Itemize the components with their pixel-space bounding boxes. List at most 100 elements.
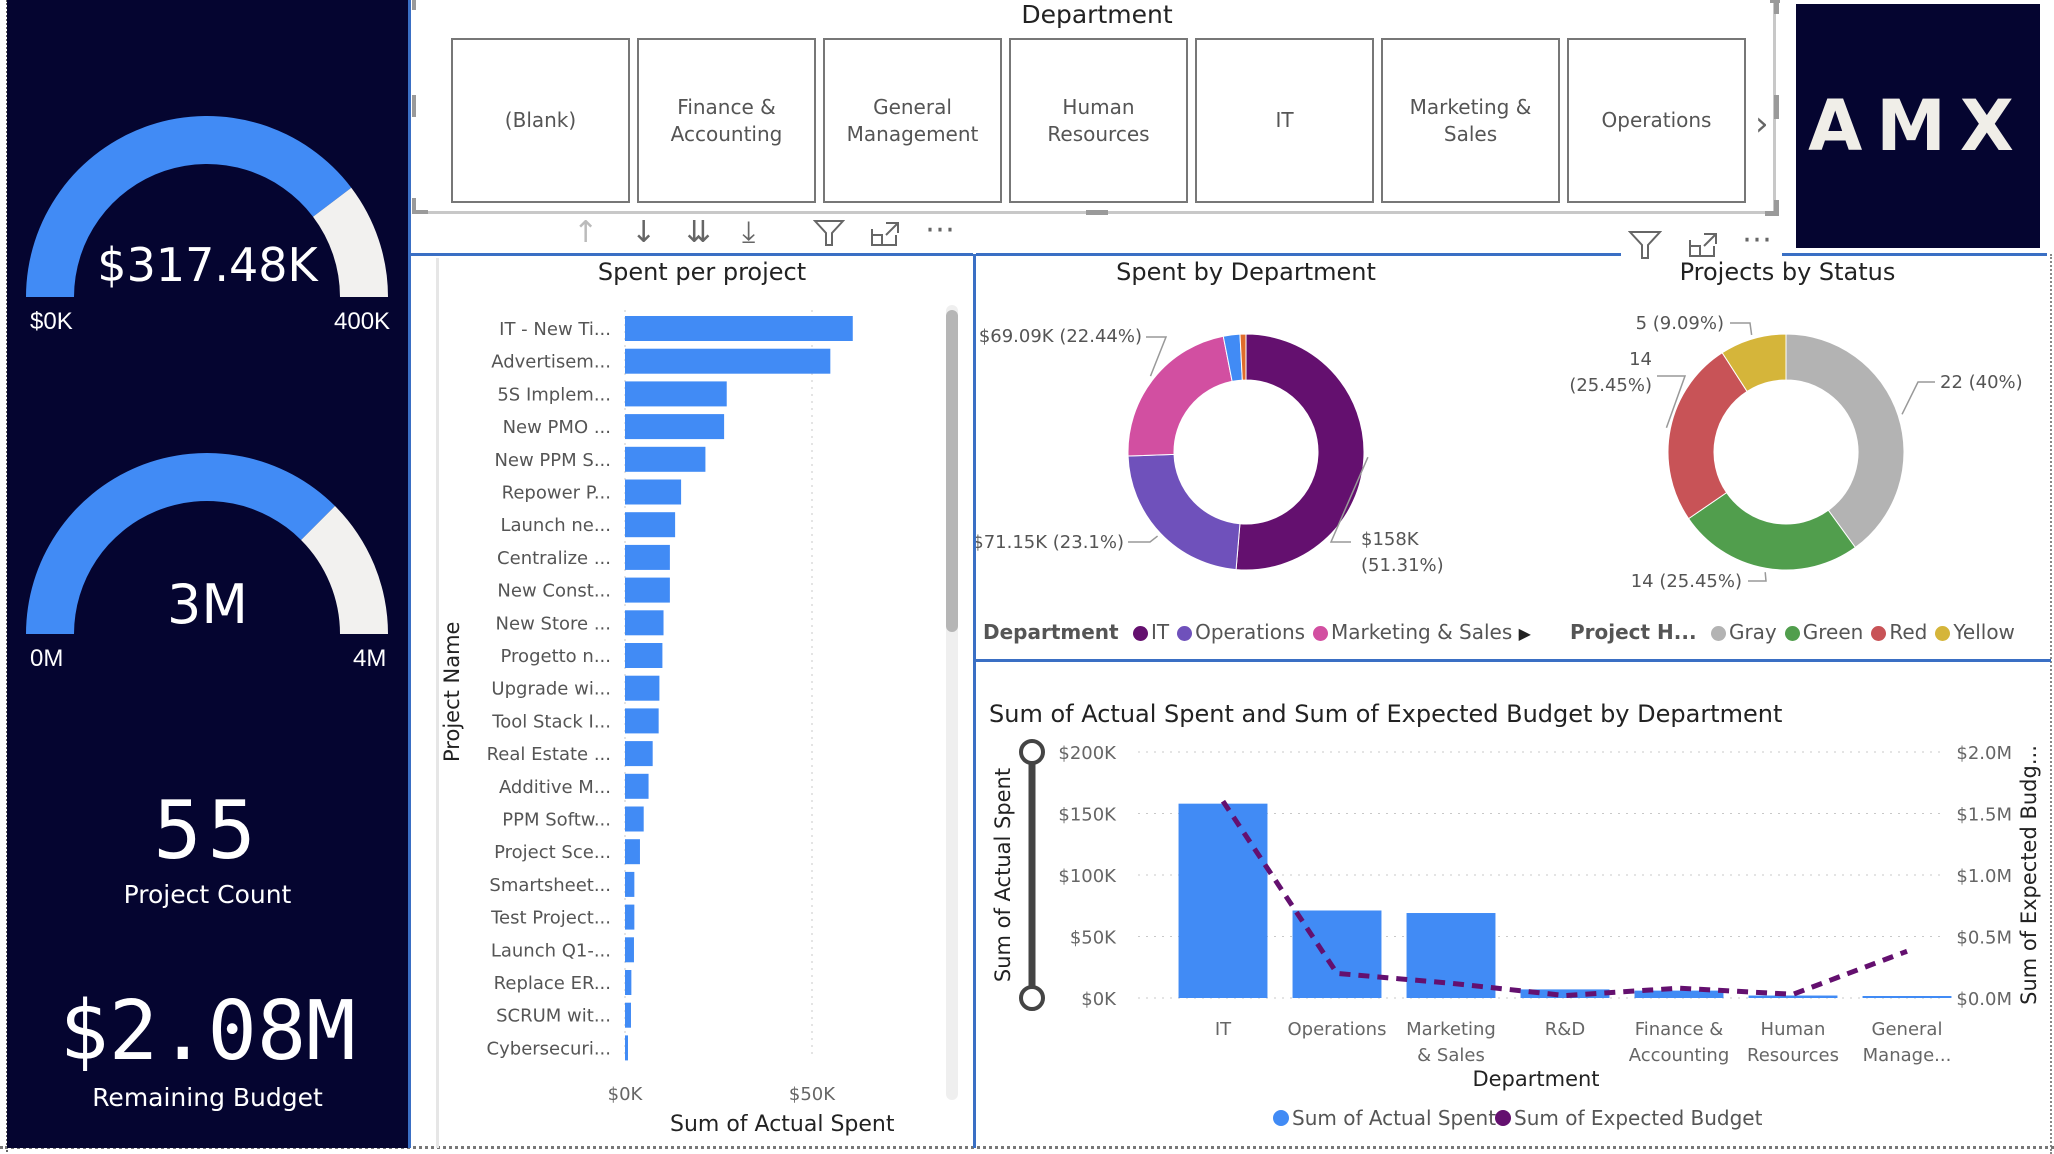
divider [408,253,973,256]
legend-label[interactable]: Sum of Expected Budget [1514,1106,1763,1130]
bar[interactable] [625,512,676,538]
bar[interactable] [625,773,649,799]
bar[interactable] [625,348,831,374]
filter-icon[interactable] [1628,230,1662,260]
y2-tick-label: $0.5M [1956,928,2012,949]
legend-item[interactable]: Marketing & Sales [1313,620,1512,644]
bar[interactable] [625,970,632,995]
slider-handle-top[interactable] [1019,739,1045,765]
bar[interactable] [1862,996,1952,998]
legend-title: Department [983,620,1119,644]
actual-vs-budget-chart: $0K $0.0M $50K $0.5M $100K $1.0M $150K $1.5M $20… [991,739,2041,1130]
more-options-icon[interactable]: ⋯ [925,212,955,247]
slicer-tile[interactable]: Marketing & Sales [1381,38,1560,203]
resize-handle[interactable] [1086,210,1108,215]
slider-handle-bottom[interactable] [1019,985,1045,1011]
bar[interactable] [625,479,682,505]
resize-handle[interactable] [412,210,428,214]
expand-all-icon[interactable]: ⇊ [686,215,711,250]
bar[interactable] [625,446,706,472]
bar-category-label: New Const... [497,581,611,602]
bar[interactable] [1178,803,1268,998]
bar[interactable] [625,414,725,440]
donut-slice[interactable] [1667,352,1748,520]
spent-per-project-title: Spent per project [597,258,807,286]
bar[interactable] [625,316,853,341]
legend-label[interactable]: Sum of Actual Spent [1292,1106,1496,1130]
drill-up-icon[interactable]: ↑ [573,215,598,250]
legend-marker [1177,626,1193,641]
scrollbar-thumb[interactable] [946,310,958,632]
legend-label: Marketing & Sales [1331,620,1513,644]
resize-handle[interactable] [412,95,416,117]
remaining-budget-label: Remaining Budget [92,1083,323,1112]
gauge-spent-value: $317.48K [97,238,318,292]
combo-chart-title: Sum of Actual Spent and Sum of Expected … [989,700,1783,728]
bar[interactable] [625,708,659,734]
slicer-title: Department [1021,0,1173,29]
y-tick-label: $50K [1070,928,1117,949]
legend-item[interactable]: Operations [1177,620,1305,644]
bar[interactable] [625,904,635,930]
filter-icon[interactable] [813,219,845,247]
legend-next-icon[interactable]: ▶ [1519,624,1531,643]
legend-marker [1132,626,1148,641]
bar-category-label: New Store ... [496,613,611,634]
legend-item[interactable]: Yellow [1935,620,2015,644]
legend-marker [1710,626,1726,641]
slicer-tile[interactable]: Human Resources [1009,38,1188,203]
donut-slice[interactable] [1785,333,1905,549]
y2-tick-label: $0.0M [1956,989,2012,1010]
legend-item[interactable]: IT [1132,620,1169,644]
slicer-tile[interactable]: Finance & Accounting [637,38,816,203]
bar[interactable] [625,871,635,897]
legend-item[interactable]: Red [1871,620,1927,644]
bar[interactable] [1748,995,1838,998]
slicer-tile[interactable]: (Blank) [451,38,630,203]
focus-mode-icon[interactable] [870,221,900,247]
bar[interactable] [625,544,670,570]
slicer-tile[interactable]: IT [1195,38,1374,203]
y-axis-title: Sum of Actual Spent [991,768,1015,982]
kpi-panel: $317.48K $0K 400K 3M 0M 4M 55 Project Co… [7,0,411,1148]
spent-by-department-chart: $158K (51.31%) $71.15K (23.1%) $69.09K (22.… [976,326,1444,576]
bar[interactable] [625,675,660,701]
bar[interactable] [625,1002,631,1028]
focus-mode-icon[interactable] [1688,232,1718,258]
bar-category-label: Launch Q1-... [491,940,611,961]
donut-slice[interactable] [1235,333,1365,571]
donut-slice[interactable] [1127,335,1233,457]
bar[interactable] [625,577,670,603]
drill-down-icon[interactable]: ↓ [631,215,656,250]
y2-tick-label: $2.0M [1956,743,2012,764]
expand-next-level-icon[interactable]: ⤓ [742,215,755,250]
bar-category-label: Real Estate ... [487,744,611,765]
legend-marker [1313,626,1329,641]
projects-by-status-chart: 22 (40%) 14 (25.45%) 14 (25.45%) 5 (9.09%) [1569,313,2022,592]
bar[interactable] [625,643,663,668]
y2-tick-label: $1.0M [1956,866,2012,887]
data-label: $71.15K (23.1%) [976,532,1124,553]
legend-item[interactable]: Gray [1710,620,1777,644]
slicer-tile[interactable]: General Management [823,38,1002,203]
bar[interactable] [625,937,634,963]
legend-label: Gray [1728,620,1777,644]
bar-category-label: Project Sce... [494,842,611,863]
more-options-icon[interactable]: ⋯ [1742,222,1772,257]
resize-handle[interactable] [1765,211,1779,216]
chevron-right-icon[interactable]: › [1755,104,1769,144]
bar[interactable] [625,381,727,407]
bar[interactable] [625,1035,628,1061]
donut-slice[interactable] [1687,491,1857,571]
gauge-budget-value: 3M [167,573,248,636]
bar[interactable] [625,610,664,636]
bar[interactable] [625,839,640,865]
legend-item[interactable]: Green [1784,620,1863,644]
resize-handle[interactable] [1774,95,1779,119]
slicer-tile[interactable]: Operations [1567,38,1746,203]
bar[interactable] [625,741,653,767]
bar[interactable] [625,806,644,832]
x-tick-label: $0K [608,1084,644,1105]
donut-slice[interactable] [1127,453,1241,571]
bar[interactable] [1292,910,1382,998]
